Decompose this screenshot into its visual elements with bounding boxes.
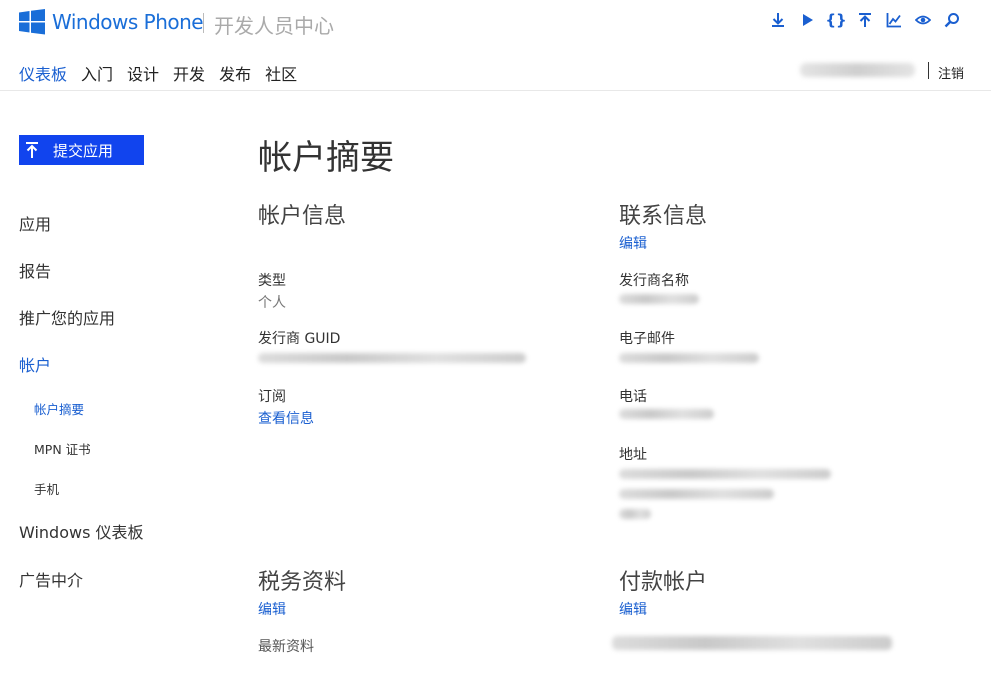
tax-latest-label: 最新资料 [258, 639, 314, 655]
tax-edit-link[interactable]: 编辑 [258, 599, 286, 619]
publisher-guid-redacted [258, 353, 526, 363]
eye-icon[interactable] [914, 11, 932, 29]
top-toolbar: {} [769, 11, 961, 29]
phone-redacted [619, 409, 714, 419]
sidebar-item-mpn-cert[interactable]: MPN 证书 [34, 439, 91, 458]
email-redacted [619, 353, 759, 363]
download-icon[interactable] [769, 11, 787, 29]
payout-edit-link[interactable]: 编辑 [619, 599, 647, 619]
search-icon[interactable] [943, 11, 961, 29]
payout-account-heading: 付款帐户 [619, 570, 708, 595]
publisher-guid-label: 发行商 GUID [258, 331, 341, 347]
windows-logo-icon[interactable] [19, 9, 45, 35]
tax-profile-heading: 税务资料 [258, 570, 347, 595]
play-icon[interactable] [798, 11, 816, 29]
account-info-heading: 帐户信息 [258, 204, 347, 229]
publisher-name-redacted [619, 294, 699, 304]
type-label: 类型 [258, 273, 286, 289]
brand-divider [203, 13, 204, 33]
sidebar-item-account[interactable]: 帐户 [19, 352, 51, 376]
brand-subtitle[interactable]: 开发人员中心 [214, 10, 334, 39]
main-nav: 仪表板 入门 设计 开发 发布 社区 [19, 61, 311, 85]
type-value: 个人 [258, 295, 286, 311]
nav-getting-started[interactable]: 入门 [81, 61, 113, 85]
submit-app-label: 提交应用 [53, 141, 114, 160]
sidebar-item-account-summary[interactable]: 帐户摘要 [34, 399, 84, 418]
address-line1-redacted [619, 469, 831, 479]
sidebar-item-reports[interactable]: 报告 [19, 258, 51, 282]
chart-icon[interactable] [885, 11, 903, 29]
subscription-label: 订阅 [258, 389, 286, 405]
payout-account-redacted [612, 636, 892, 650]
sidebar-item-ad-mediation[interactable]: 广告中介 [19, 567, 83, 591]
publisher-name-label: 发行商名称 [619, 273, 689, 289]
code-braces-icon[interactable]: {} [825, 11, 846, 29]
nav-dashboard[interactable]: 仪表板 [19, 61, 67, 85]
nav-design[interactable]: 设计 [127, 61, 159, 85]
address-line2-redacted [619, 489, 774, 499]
address-label: 地址 [619, 447, 647, 463]
header-divider [0, 90, 991, 91]
email-label: 电子邮件 [619, 331, 675, 347]
view-info-link[interactable]: 查看信息 [258, 408, 314, 428]
nav-develop[interactable]: 开发 [173, 61, 205, 85]
sidebar-item-phones[interactable]: 手机 [34, 479, 59, 498]
page-title: 帐户摘要 [258, 138, 394, 178]
sidebar-item-apps[interactable]: 应用 [19, 211, 51, 235]
contact-info-heading: 联系信息 [619, 204, 708, 229]
nav-community[interactable]: 社区 [265, 61, 297, 85]
user-divider [928, 62, 929, 79]
submit-app-button[interactable]: 提交应用 [19, 135, 144, 165]
nav-publish[interactable]: 发布 [219, 61, 251, 85]
upload-arrow-icon [19, 142, 45, 158]
address-line3-redacted [619, 509, 651, 519]
phone-label: 电话 [619, 389, 647, 405]
sidebar-item-promote[interactable]: 推广您的应用 [19, 305, 115, 329]
user-name-redacted [800, 63, 915, 77]
contact-edit-link[interactable]: 编辑 [619, 233, 647, 253]
upload-icon[interactable] [856, 11, 874, 29]
logout-link[interactable]: 注销 [938, 63, 964, 82]
sidebar-item-windows-dashboard[interactable]: Windows 仪表板 [19, 519, 144, 543]
brand-product[interactable]: Windows Phone [52, 10, 204, 34]
